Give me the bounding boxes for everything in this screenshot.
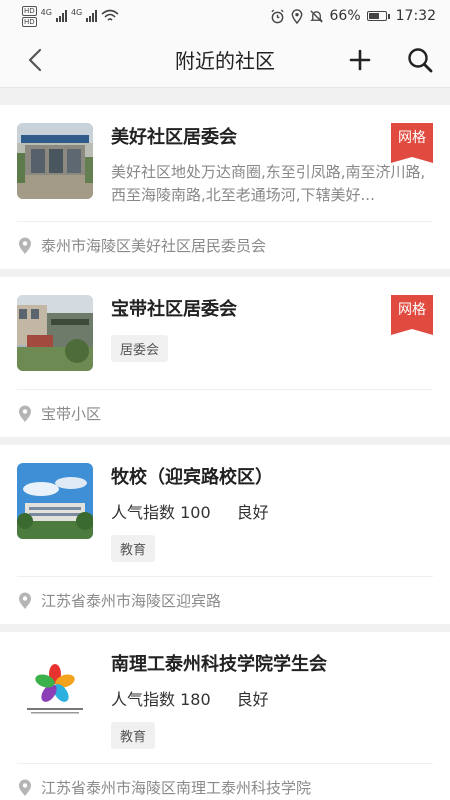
hd-badges: HD HD (22, 5, 37, 27)
card-header: 南理工泰州科技学院学生会 人气指数 180 良好 教育 (17, 632, 433, 763)
popularity-row: 人气指数 180 良好 (111, 686, 433, 710)
alarm-icon (270, 8, 284, 23)
community-address-row: 江苏省泰州市海陵区迎宾路 (17, 576, 433, 624)
signal-icon (55, 10, 67, 22)
add-icon[interactable] (344, 44, 376, 76)
grid-badge: 网格 (391, 295, 433, 335)
clock: 17:32 (395, 8, 436, 24)
community-address-row: 泰州市海陵区美好社区居民委员会 (17, 221, 433, 269)
network-type: 4G (40, 7, 52, 17)
card-header: 宝带社区居委会 居委会 网格 (17, 277, 433, 389)
back-arrow-icon[interactable] (22, 46, 50, 74)
page-title: 附近的社区 (175, 49, 275, 73)
popularity-row: 人气指数 100 良好 (111, 499, 433, 523)
community-info: 美好社区居委会 美好社区地处万达商圈,东至引凤路,南至济川路,西至海陵南路,北至… (111, 123, 433, 207)
category-tag: 居委会 (111, 335, 169, 362)
location-icon (291, 8, 302, 24)
category-tag: 教育 (111, 535, 156, 562)
community-name: 牧校（迎宾路校区） (111, 467, 273, 488)
community-photo (17, 463, 93, 539)
hd-badge: HD (22, 16, 37, 27)
nav-bar: 附近的社区 (0, 32, 450, 88)
rating: 良好 (236, 503, 269, 522)
battery-percent: 66% (329, 8, 361, 24)
community-info: 宝带社区居委会 居委会 (111, 295, 433, 375)
community-photo (17, 123, 93, 199)
community-name: 南理工泰州科技学院学生会 (111, 654, 327, 675)
community-card[interactable]: 牧校（迎宾路校区） 人气指数 100 良好 教育 江苏省泰州市海陵区迎宾路 (0, 445, 450, 624)
grid-badge: 网格 (391, 123, 433, 163)
community-description: 美好社区地处万达商圈,东至引凤路,南至济川路,西至海陵南路,北至老通场河,下辖美… (111, 163, 426, 204)
community-name: 宝带社区居委会 (111, 299, 237, 320)
location-pin-icon (19, 592, 31, 609)
community-address-row: 江苏省泰州市海陵区南理工泰州科技学院 (17, 763, 433, 800)
search-icon[interactable] (404, 44, 436, 76)
battery-icon (366, 11, 390, 21)
hd-badge: HD (22, 5, 37, 16)
status-right: 66% 17:32 (270, 8, 436, 24)
network-type: 4G (70, 7, 83, 17)
card-header: 牧校（迎宾路校区） 人气指数 100 良好 教育 (17, 445, 433, 576)
community-info: 牧校（迎宾路校区） 人气指数 100 良好 教育 (111, 463, 433, 562)
popularity-index: 人气指数 100 (111, 503, 211, 522)
signal-icon (86, 10, 98, 22)
rating: 良好 (236, 690, 269, 709)
community-logo (17, 650, 93, 726)
location-pin-icon (19, 237, 31, 254)
category-tag: 教育 (111, 722, 156, 749)
community-info: 南理工泰州科技学院学生会 人气指数 180 良好 教育 (111, 650, 433, 749)
community-address: 江苏省泰州市海陵区南理工泰州科技学院 (41, 779, 312, 797)
mute-icon (309, 9, 323, 23)
community-address: 江苏省泰州市海陵区迎宾路 (41, 592, 222, 610)
community-photo (17, 295, 93, 371)
community-list: 美好社区居委会 美好社区地处万达商圈,东至引凤路,南至济川路,西至海陵南路,北至… (0, 105, 450, 800)
card-header: 美好社区居委会 美好社区地处万达商圈,东至引凤路,南至济川路,西至海陵南路,北至… (17, 105, 433, 221)
location-pin-icon (19, 779, 31, 796)
wifi-icon (101, 9, 119, 21)
community-address: 宝带小区 (41, 405, 102, 423)
community-address: 泰州市海陵区美好社区居民委员会 (41, 237, 267, 255)
community-name: 美好社区居委会 (111, 127, 237, 148)
community-card[interactable]: 美好社区居委会 美好社区地处万达商圈,东至引凤路,南至济川路,西至海陵南路,北至… (0, 105, 450, 269)
community-address-row: 宝带小区 (17, 389, 433, 437)
status-bar: HD HD 4G 4G 66% 17:32 (0, 0, 450, 32)
status-left: HD HD 4G 4G (22, 5, 119, 27)
location-pin-icon (19, 405, 31, 422)
community-card[interactable]: 南理工泰州科技学院学生会 人气指数 180 良好 教育 江苏省泰州市海陵区南理工… (0, 632, 450, 800)
community-card[interactable]: 宝带社区居委会 居委会 网格 宝带小区 (0, 277, 450, 437)
popularity-index: 人气指数 180 (111, 690, 211, 709)
